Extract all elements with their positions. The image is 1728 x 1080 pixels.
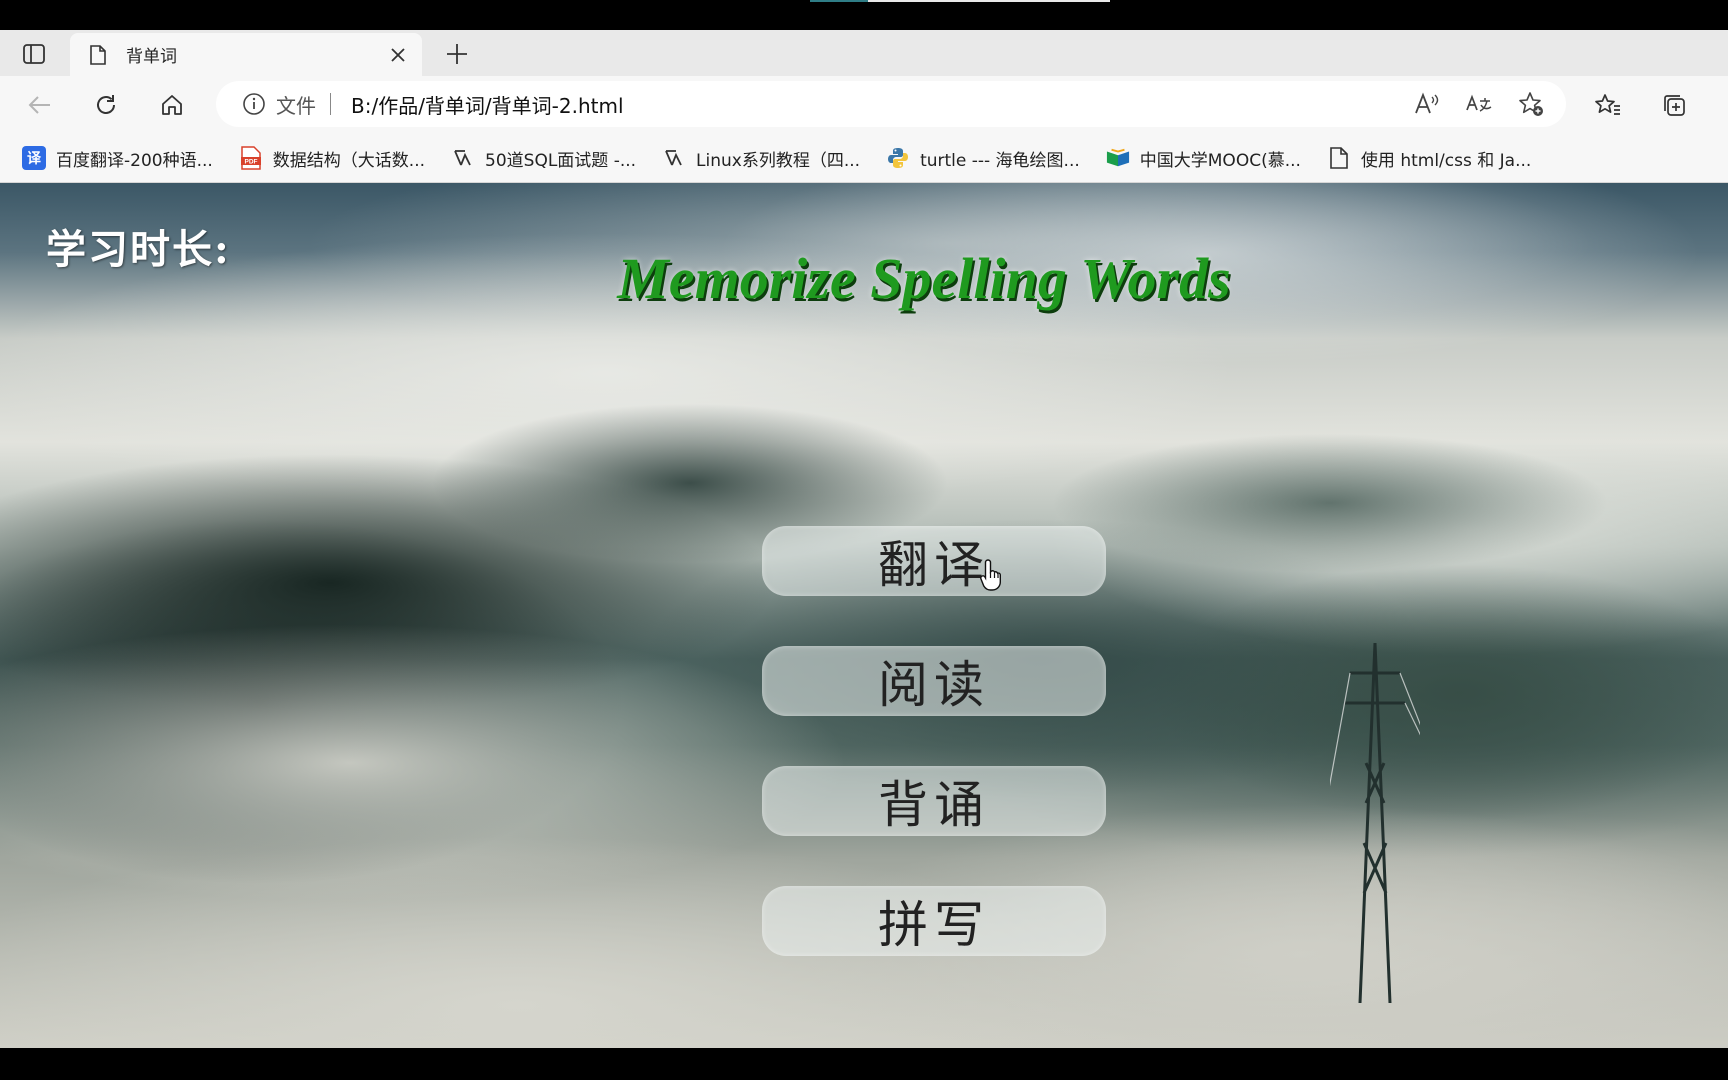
favorites-icon bbox=[1595, 94, 1620, 115]
reload-icon bbox=[97, 95, 115, 114]
forest-silhouette bbox=[1150, 563, 1728, 823]
hand-cursor-icon bbox=[980, 559, 1001, 591]
home-icon bbox=[162, 95, 182, 115]
close-icon[interactable] bbox=[384, 41, 412, 69]
forest-silhouette bbox=[1050, 433, 1610, 573]
bookmark-linux[interactable]: Linux系列教程（四... bbox=[658, 140, 864, 176]
screen-indicator-track bbox=[868, 0, 1110, 2]
translate-button[interactable]: 翻译 bbox=[762, 526, 1106, 596]
page-icon bbox=[1327, 146, 1351, 170]
read-aloud-icon[interactable] bbox=[1410, 87, 1444, 121]
recite-button[interactable]: 背诵 bbox=[762, 766, 1106, 836]
tab-actions-icon bbox=[23, 44, 45, 64]
svg-text:PDF: PDF bbox=[244, 159, 257, 166]
bookmark-label: 百度翻译-200种语... bbox=[56, 150, 213, 171]
screen-top-bar bbox=[0, 0, 1728, 30]
csdn-icon bbox=[451, 146, 475, 170]
collections-icon bbox=[1664, 95, 1685, 116]
translate-icon[interactable] bbox=[1462, 87, 1496, 121]
address-bar[interactable]: 文件 B:/作品/背单词/背单词-2.html bbox=[216, 81, 1566, 127]
bookmark-label: 中国大学MOOC(慕... bbox=[1139, 150, 1301, 171]
screen-bottom-bar bbox=[0, 1048, 1728, 1080]
baidu-translate-icon: 译 bbox=[22, 146, 46, 170]
bookmark-label: 使用 html/css 和 Ja... bbox=[1360, 150, 1532, 171]
page-background: 学习时长: Memorize Spelling Words 翻译 阅读 背诵 拼… bbox=[0, 183, 1728, 1048]
arrow-left-icon bbox=[28, 96, 50, 114]
address-separator bbox=[330, 93, 331, 115]
bookmark-label: 50道SQL面试题 -... bbox=[485, 150, 637, 171]
tab-strip: 背单词 bbox=[0, 30, 1728, 76]
bookmark-data-structure[interactable]: PDF 数据结构（大话数... bbox=[235, 140, 429, 176]
back-button[interactable] bbox=[22, 87, 58, 123]
power-tower-image bbox=[1330, 643, 1420, 1003]
tab-title: 背单词 bbox=[126, 47, 177, 67]
address-scheme-label: 文件 bbox=[276, 93, 316, 118]
bookmark-baidu-translate[interactable]: 译 百度翻译-200种语... bbox=[18, 140, 217, 176]
bookmark-html-css[interactable]: 使用 html/css 和 Ja... bbox=[1323, 140, 1535, 176]
read-button[interactable]: 阅读 bbox=[762, 646, 1106, 716]
page-title: Memorize Spelling Words bbox=[617, 246, 1231, 311]
csdn-icon bbox=[662, 146, 686, 170]
collections-button[interactable] bbox=[1656, 87, 1692, 123]
bookmark-mooc[interactable]: 中国大学MOOC(慕... bbox=[1102, 140, 1305, 176]
reload-button[interactable] bbox=[88, 87, 124, 123]
screen-indicator bbox=[810, 0, 868, 2]
tab-active[interactable]: 背单词 bbox=[70, 33, 422, 76]
bookmark-label: Linux系列教程（四... bbox=[696, 150, 861, 171]
add-favorite-icon[interactable] bbox=[1514, 87, 1548, 121]
new-tab-button[interactable] bbox=[440, 37, 474, 71]
info-icon[interactable] bbox=[242, 92, 266, 116]
bookmark-label: 数据结构（大话数... bbox=[272, 150, 426, 171]
bookmark-turtle[interactable]: turtle --- 海龟绘图... bbox=[882, 140, 1084, 176]
pdf-icon: PDF bbox=[239, 146, 263, 170]
home-button[interactable] bbox=[154, 87, 190, 123]
browser-toolbar: 文件 B:/作品/背单词/背单词-2.html bbox=[0, 76, 1728, 134]
python-icon bbox=[886, 146, 910, 170]
spell-button[interactable]: 拼写 bbox=[762, 886, 1106, 956]
url-input[interactable]: B:/作品/背单词/背单词-2.html bbox=[351, 90, 1410, 119]
plus-icon bbox=[447, 44, 467, 64]
mooc-icon bbox=[1106, 146, 1130, 170]
bookmarks-bar: 译 百度翻译-200种语... PDF 数据结构（大话数... 50道SQL面试… bbox=[0, 134, 1728, 183]
page-icon bbox=[88, 44, 108, 66]
mist-cloud bbox=[0, 623, 850, 903]
favorites-button[interactable] bbox=[1590, 87, 1626, 123]
bookmark-sql[interactable]: 50道SQL面试题 -... bbox=[447, 140, 640, 176]
bookmark-label: turtle --- 海龟绘图... bbox=[920, 150, 1080, 171]
tab-actions-button[interactable] bbox=[16, 38, 52, 70]
